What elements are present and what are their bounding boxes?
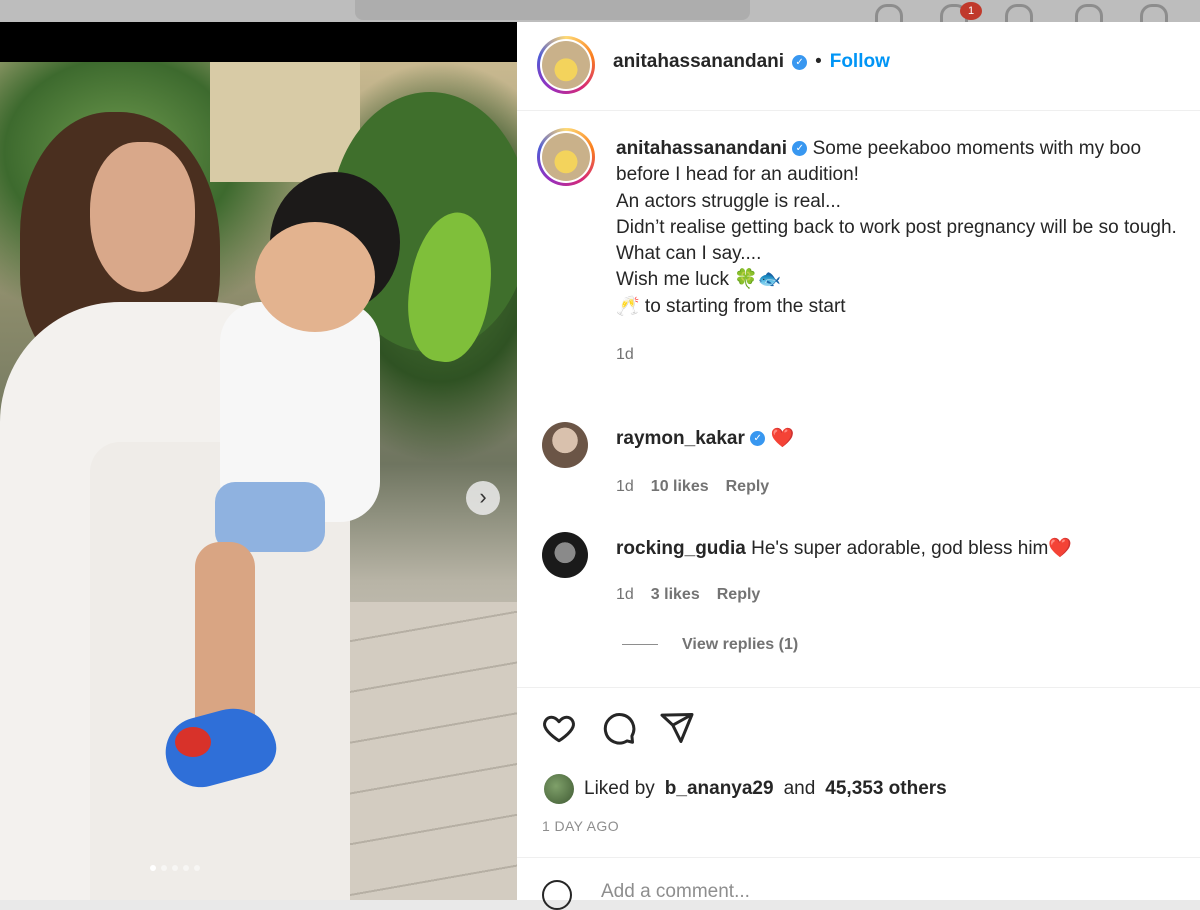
comment-meta: 1d 10 likes Reply: [616, 478, 769, 496]
carousel-dot: [161, 865, 167, 871]
follow-button[interactable]: Follow: [830, 51, 890, 73]
caption-author-avatar[interactable]: [537, 128, 595, 186]
caption-username[interactable]: anitahassanandani: [616, 138, 787, 159]
liked-by-others[interactable]: 45,353 others: [825, 778, 946, 800]
comment-username[interactable]: rocking_gudia: [616, 538, 746, 559]
caption-time: 1d: [616, 346, 634, 364]
comment-item: raymon_kakar ✓ ❤️: [616, 426, 794, 450]
post-actions: [517, 687, 1200, 745]
caption-line: 🥂 to starting from the start: [616, 295, 846, 317]
carousel-dot: [183, 865, 189, 871]
caption-line: What can I say....: [616, 243, 762, 265]
comment-time: 1d: [616, 586, 634, 603]
comment-likes[interactable]: 3 likes: [651, 586, 700, 604]
comment-likes[interactable]: 10 likes: [651, 478, 709, 496]
verified-badge-icon: ✓: [792, 54, 808, 70]
notification-badge: 1: [960, 2, 982, 20]
header-separator: •: [815, 51, 822, 72]
author-avatar[interactable]: [537, 36, 595, 94]
add-comment-bar: [517, 857, 1200, 910]
shoe-emblem: [175, 727, 211, 757]
comment-text: He's super adorable, god bless him❤️: [751, 538, 1073, 559]
mother-face: [90, 142, 195, 292]
activity-icon[interactable]: [1140, 4, 1168, 22]
post-details-panel: anitahassanandani ✓ • Follow anitahassan…: [517, 22, 1200, 910]
post-caption: anitahassanandani ✓ Some peekaboo moment…: [616, 136, 1186, 368]
new-post-icon[interactable]: [1005, 4, 1033, 22]
reply-button[interactable]: Reply: [717, 586, 761, 604]
view-replies-button[interactable]: View replies (1): [622, 636, 798, 654]
comment-time: 1d: [616, 478, 634, 495]
comment-username[interactable]: raymon_kakar: [616, 428, 745, 449]
caption-line: An actors struggle is real...: [616, 190, 841, 212]
author-username[interactable]: anitahassanandani: [613, 51, 784, 73]
comment-item: rocking_gudia He's super adorable, god b…: [616, 536, 1072, 560]
carousel-dot: [194, 865, 200, 871]
comment-icon[interactable]: [601, 710, 637, 746]
commenter-avatar[interactable]: [542, 532, 588, 578]
comment-meta: 1d 3 likes Reply: [616, 586, 760, 604]
home-icon[interactable]: [875, 4, 903, 22]
comment-text: ❤️: [770, 428, 795, 449]
post-timestamp: 1 DAY AGO: [542, 818, 620, 834]
carousel-indicator: [150, 865, 200, 871]
background-wall: [210, 62, 360, 182]
caption-line: Didn’t realise getting back to work post…: [616, 216, 1177, 238]
verified-badge-icon: ✓: [792, 141, 808, 157]
comment-input[interactable]: [599, 880, 1163, 904]
emoji-icon[interactable]: [542, 880, 572, 910]
commenter-avatar[interactable]: [542, 422, 588, 468]
liked-by-and: and: [783, 778, 816, 799]
avatar-image: [542, 41, 590, 89]
chevron-right-icon: ›: [479, 484, 487, 509]
liked-by-user[interactable]: b_ananya29: [665, 778, 774, 800]
reply-button[interactable]: Reply: [726, 478, 770, 496]
search-bar[interactable]: [355, 0, 750, 20]
child-face: [255, 222, 375, 332]
carousel-dot: [172, 865, 178, 871]
liked-by-prefix: Liked by: [584, 778, 655, 799]
avatar-image: [542, 133, 590, 181]
liker-avatar[interactable]: [544, 774, 574, 804]
explore-icon[interactable]: [1075, 4, 1103, 22]
verified-badge-icon: ✓: [750, 431, 766, 447]
caption-line: Wish me luck 🍀🐟: [616, 269, 782, 291]
post-media: ›: [0, 22, 517, 900]
post-header: anitahassanandani ✓ • Follow: [517, 22, 1200, 111]
top-nav-bar: 1: [0, 0, 1200, 22]
liked-by-summary: Liked by b_ananya29 and 45,353 others: [544, 774, 947, 804]
heart-icon[interactable]: [541, 710, 577, 746]
post-photo: [0, 62, 517, 900]
carousel-dot: [150, 865, 156, 871]
share-icon[interactable]: [659, 710, 695, 746]
carousel-next-button[interactable]: ›: [466, 481, 500, 515]
